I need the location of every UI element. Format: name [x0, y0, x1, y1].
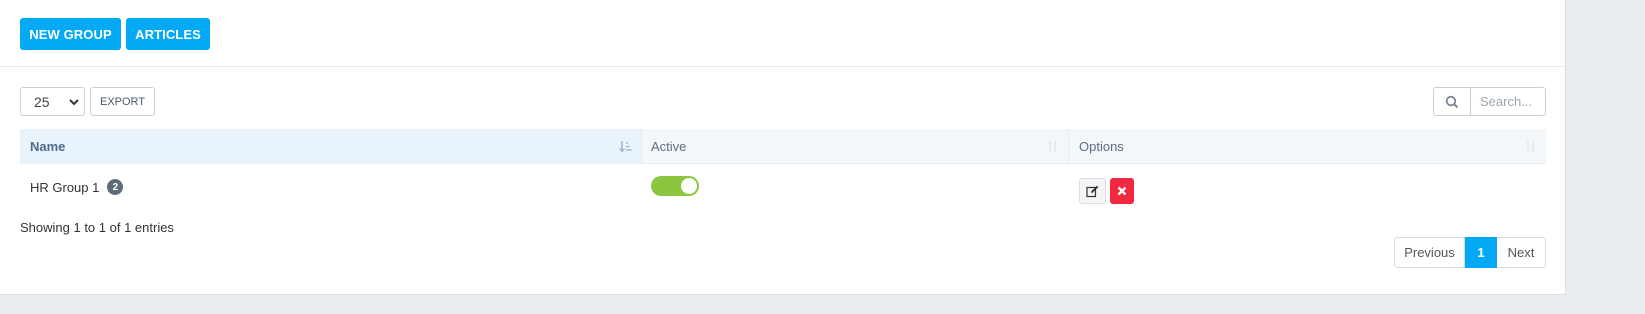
- groups-panel: NEW GROUP ARTICLES 25 EXPORT Name: [0, 0, 1566, 295]
- table-info: Showing 1 to 1 of 1 entries: [20, 220, 174, 235]
- delete-button[interactable]: [1110, 178, 1134, 204]
- export-button[interactable]: EXPORT: [90, 87, 155, 116]
- member-count-badge: 2: [107, 179, 124, 195]
- edit-icon: [1086, 185, 1099, 197]
- chevron-down-icon: [69, 99, 79, 106]
- column-header-options[interactable]: Options: [1069, 129, 1546, 164]
- search-box: [1433, 87, 1546, 116]
- edit-button[interactable]: [1079, 178, 1106, 204]
- new-group-button[interactable]: NEW GROUP: [20, 18, 121, 50]
- active-toggle[interactable]: [651, 176, 699, 196]
- close-icon: [1117, 186, 1127, 196]
- page-length-select[interactable]: 25: [20, 87, 85, 116]
- groups-table: Name Active Options HR Group 1 2: [20, 129, 1546, 210]
- table-row: HR Group 1 2: [20, 164, 1546, 210]
- previous-page-button[interactable]: Previous: [1394, 237, 1465, 268]
- next-page-button[interactable]: Next: [1497, 237, 1546, 268]
- column-header-active[interactable]: Active: [642, 129, 1069, 164]
- sort-icon: [1527, 141, 1534, 152]
- sort-icon: [1049, 141, 1056, 152]
- page-1-button[interactable]: 1: [1465, 237, 1497, 268]
- toggle-knob: [681, 178, 697, 194]
- pagination: Previous 1 Next: [1394, 237, 1546, 268]
- action-bar: NEW GROUP ARTICLES: [0, 0, 1565, 67]
- group-name: HR Group 1: [30, 179, 100, 195]
- sort-ascending-icon: [619, 141, 632, 153]
- articles-button[interactable]: ARTICLES: [126, 18, 210, 50]
- cell-name: HR Group 1 2: [20, 179, 642, 195]
- search-icon[interactable]: [1433, 87, 1470, 116]
- page-length-value: 25: [34, 93, 50, 110]
- table-header: Name Active Options: [20, 129, 1546, 164]
- cell-active: [642, 176, 1069, 196]
- column-header-name[interactable]: Name: [20, 129, 642, 164]
- search-input[interactable]: [1470, 87, 1546, 116]
- table-body: HR Group 1 2: [20, 164, 1546, 210]
- cell-options: [1069, 170, 1546, 204]
